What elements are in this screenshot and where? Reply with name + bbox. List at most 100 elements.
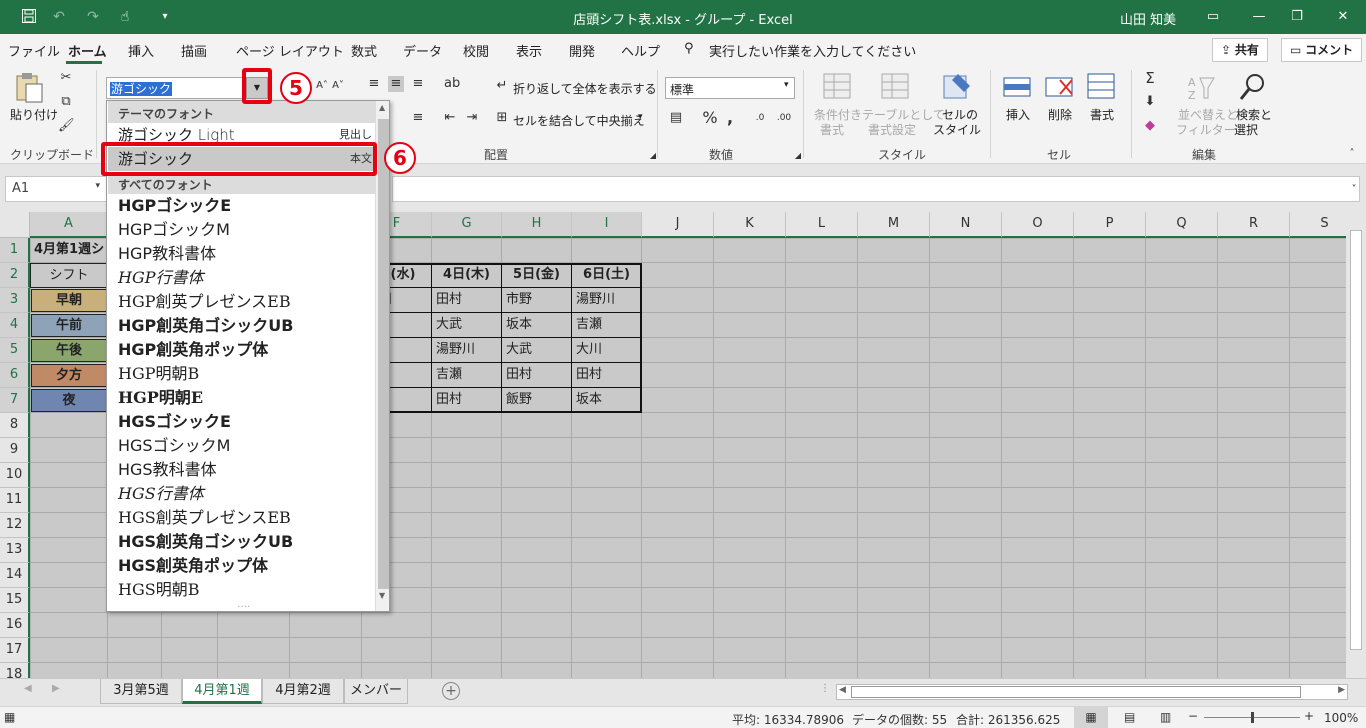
tell-me-input[interactable]: 実行したい作業を入力してください — [709, 41, 916, 60]
staff-name-cell[interactable]: 市野 — [502, 288, 572, 313]
date-header-cell[interactable]: 5日(金) — [502, 263, 572, 288]
staff-name-cell[interactable]: 田村 — [502, 363, 572, 388]
clear-icon[interactable]: ◆ — [1142, 118, 1158, 134]
increase-decimal-icon[interactable]: .0 — [752, 110, 768, 126]
font-option[interactable]: HGP明朝E — [108, 386, 376, 410]
scroll-up-icon[interactable]: ▲ — [379, 103, 385, 112]
search-icon[interactable]: ⚲ — [684, 41, 694, 56]
shift-label-cell[interactable]: 早朝 — [31, 289, 107, 312]
delete-cells-icon[interactable] — [1044, 72, 1076, 102]
find-select-icon[interactable] — [1238, 72, 1270, 102]
staff-name-cell[interactable]: 吉瀬 — [572, 313, 642, 338]
cut-icon[interactable]: ✂ — [58, 70, 74, 86]
tab-draw[interactable]: 描画 — [181, 41, 207, 60]
font-option[interactable]: HGS教科書体 — [108, 458, 376, 482]
font-name-input[interactable]: 游ゴシック — [106, 77, 244, 99]
name-box-dropdown-icon[interactable]: ▾ — [95, 181, 100, 191]
staff-name-cell[interactable]: 大川 — [572, 338, 642, 363]
font-option[interactable]: HGSゴシックE — [108, 410, 376, 434]
scroll-right-icon[interactable]: ▶ — [1338, 685, 1345, 695]
scroll-down-icon[interactable]: ▼ — [379, 591, 385, 600]
insert-cells-icon[interactable] — [1002, 72, 1034, 102]
align-bottom-icon[interactable]: ≡ — [410, 76, 426, 92]
font-list-scrollbar[interactable]: ▲ ▼ — [375, 101, 389, 611]
comma-icon[interactable]: , — [722, 110, 738, 126]
tab-data[interactable]: データ — [403, 41, 442, 60]
date-header-cell[interactable]: 6日(土) — [572, 263, 642, 288]
paste-icon[interactable] — [14, 72, 46, 103]
vertical-scroll-thumb[interactable] — [1350, 230, 1362, 650]
column-header[interactable]: R — [1218, 212, 1290, 238]
add-sheet-icon[interactable]: + — [442, 682, 460, 700]
tab-page-layout[interactable]: ページ レイアウト — [236, 41, 344, 60]
column-header[interactable]: J — [642, 212, 714, 238]
row-header[interactable]: 14 — [0, 563, 30, 588]
sheet-tab-april-week2[interactable]: 4月第2週 — [262, 679, 344, 704]
font-option[interactable]: HGP行書体 — [108, 266, 376, 290]
tab-developer[interactable]: 開発 — [569, 41, 595, 60]
ribbon-display-icon[interactable]: ▭ — [1190, 0, 1236, 34]
sort-filter-icon[interactable]: AZ — [1186, 72, 1218, 102]
row-header[interactable]: 2 — [0, 263, 30, 288]
zoom-out-icon[interactable]: − — [1188, 709, 1198, 723]
column-header[interactable]: O — [1002, 212, 1074, 238]
vertical-scrollbar[interactable] — [1346, 212, 1366, 678]
formula-input[interactable] — [392, 176, 1360, 202]
copy-icon[interactable]: ⧉ — [58, 94, 74, 110]
scroll-left-icon[interactable]: ◀ — [839, 685, 846, 695]
staff-name-cell[interactable]: 坂本 — [502, 313, 572, 338]
customize-qat-icon[interactable]: ▾ — [156, 8, 174, 26]
normal-view-icon[interactable]: ▦ — [1074, 707, 1108, 728]
shift-label-cell[interactable]: 夕方 — [31, 364, 107, 387]
tab-help[interactable]: ヘルプ — [621, 41, 660, 60]
save-icon[interactable] — [20, 8, 38, 26]
select-all-corner[interactable] — [0, 212, 30, 238]
increase-font-icon[interactable]: A˄ — [314, 78, 330, 94]
currency-icon[interactable]: ▤ — [668, 110, 684, 126]
decrease-indent-icon[interactable]: ⇤ — [442, 110, 458, 126]
format-painter-icon[interactable]: 🖌 — [58, 118, 75, 134]
row-header[interactable]: 17 — [0, 638, 30, 663]
font-option[interactable]: HGP教科書体 — [108, 242, 376, 266]
number-format-select[interactable]: 標準 — [665, 77, 795, 99]
horizontal-scroll-thumb[interactable] — [851, 686, 1301, 698]
alignment-launcher-icon[interactable]: ◢ — [645, 148, 661, 164]
align-right-icon[interactable]: ≡ — [410, 110, 426, 126]
font-option[interactable]: HGP明朝B — [108, 362, 376, 386]
next-sheet-icon[interactable]: ▶ — [52, 683, 60, 694]
font-list-scroll-thumb[interactable] — [378, 119, 389, 589]
row-header[interactable]: 7 — [0, 388, 30, 413]
row-header[interactable]: 11 — [0, 488, 30, 513]
number-format-dropdown-icon[interactable]: ▾ — [784, 80, 789, 90]
staff-name-cell[interactable]: 坂本 — [572, 388, 642, 413]
zoom-level[interactable]: 100% — [1324, 711, 1358, 725]
tab-home[interactable]: ホーム — [68, 41, 107, 60]
row-header[interactable]: 8 — [0, 413, 30, 438]
cell-styles-icon[interactable] — [942, 72, 974, 102]
font-option[interactable]: HGSゴシックM — [108, 434, 376, 458]
font-option[interactable]: HGP創英プレゼンスEB — [108, 290, 376, 314]
undo-icon[interactable]: ↶ — [50, 8, 68, 26]
staff-name-cell[interactable]: 大武 — [502, 338, 572, 363]
format-cells-icon[interactable] — [1086, 72, 1118, 102]
column-header[interactable]: G — [432, 212, 502, 238]
row-header[interactable]: 16 — [0, 613, 30, 638]
staff-name-cell[interactable]: 田村 — [572, 363, 642, 388]
row-header[interactable]: 9 — [0, 438, 30, 463]
row-header[interactable]: 6 — [0, 363, 30, 388]
sheet-tab-march-week5[interactable]: 3月第5週 — [100, 679, 182, 704]
row-header[interactable]: 15 — [0, 588, 30, 613]
shift-header-cell[interactable]: シフト — [30, 263, 108, 288]
share-button[interactable]: ⇪ 共有 — [1212, 38, 1268, 62]
user-name[interactable]: 山田 知美 — [1120, 9, 1176, 28]
zoom-in-icon[interactable]: + — [1304, 709, 1314, 723]
column-header[interactable]: M — [858, 212, 930, 238]
font-option[interactable]: HGP創英角ゴシックUB — [108, 314, 376, 338]
tab-view[interactable]: 表示 — [516, 41, 542, 60]
format-cells-button[interactable]: 書式 — [1090, 106, 1114, 123]
percent-icon[interactable]: % — [702, 110, 718, 126]
decrease-font-icon[interactable]: A˅ — [330, 78, 346, 94]
restore-icon[interactable]: ❐ — [1274, 0, 1320, 34]
align-middle-icon[interactable]: ≡ — [388, 76, 404, 92]
row-header[interactable]: 3 — [0, 288, 30, 313]
